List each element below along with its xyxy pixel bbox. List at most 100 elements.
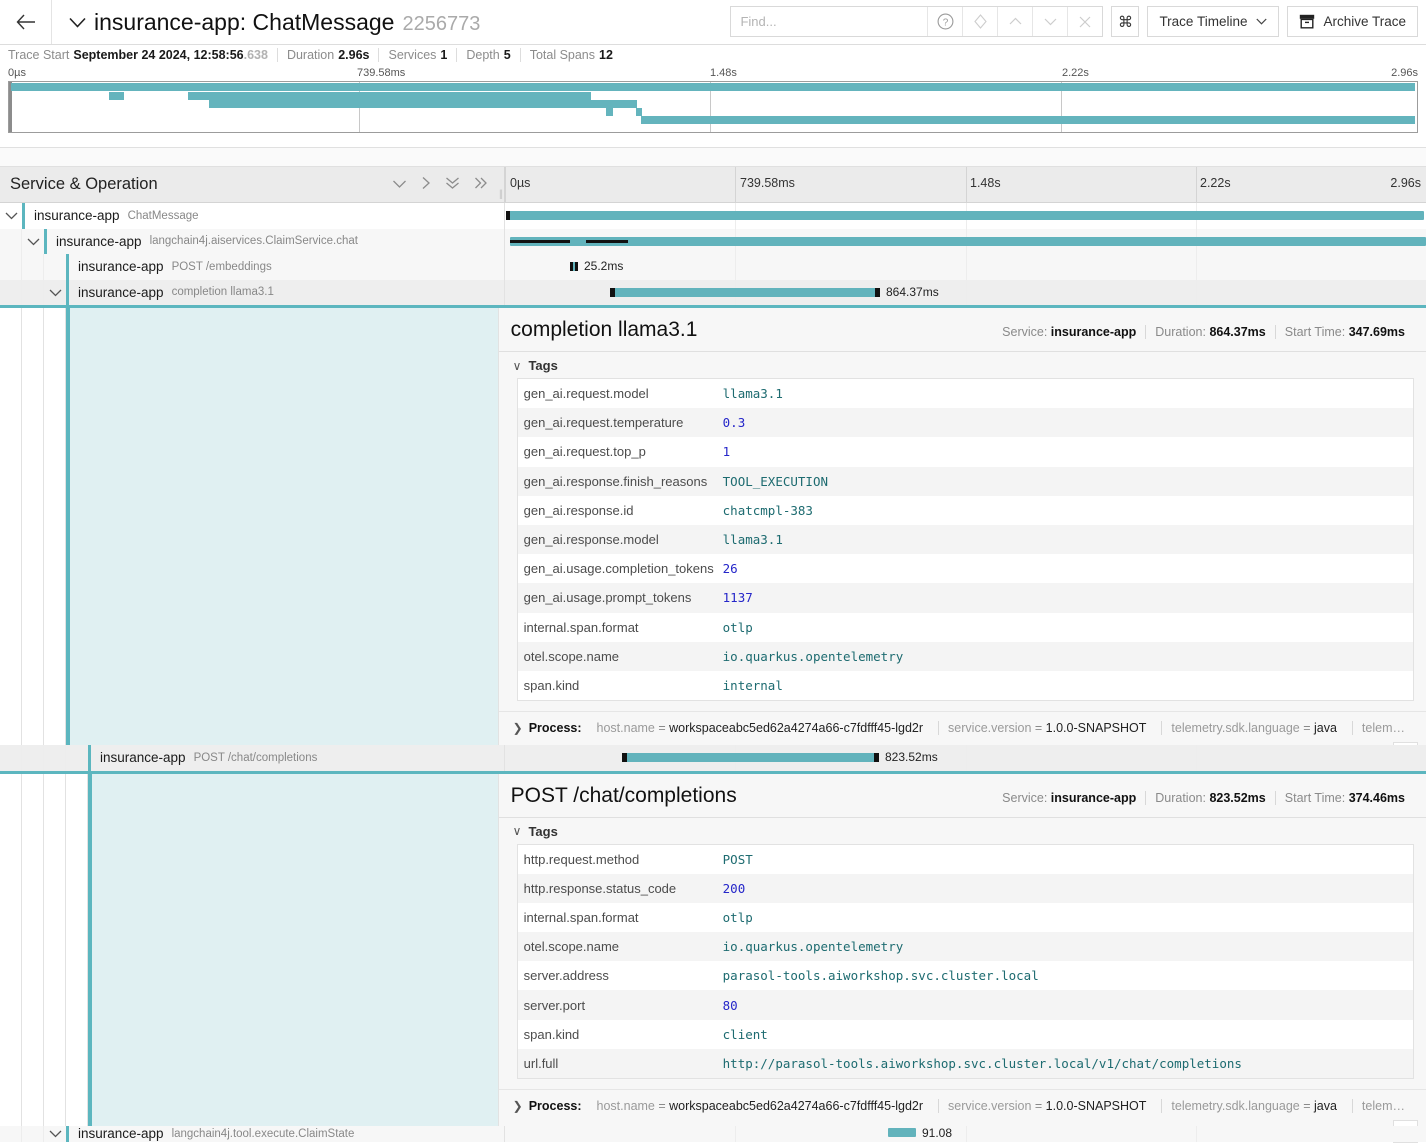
table-row[interactable]: insurance-app ChatMessage [0, 203, 1426, 229]
collapse-one-icon[interactable] [392, 176, 407, 194]
process-section[interactable]: ❯ Process: host.name = workspaceabc5ed62… [499, 711, 1426, 742]
span-track[interactable]: 823.52ms [505, 745, 1426, 771]
service-label: Service: [1002, 325, 1047, 339]
process-value: java [1314, 721, 1337, 735]
find-group: ? [730, 6, 1103, 37]
trace-minimap[interactable]: 0µs 739.58ms 1.48s 2.22s 2.96s [0, 65, 1426, 147]
tag-key: span.kind [518, 678, 723, 693]
minimap-tick-0: 0µs [8, 67, 26, 79]
start-time-label: Start Time: [1285, 791, 1345, 805]
span-track[interactable]: 91.08 [505, 1126, 1426, 1142]
tag-value: http://parasol-tools.aiworkshop.svc.clus… [723, 1056, 1242, 1071]
search-next-button[interactable] [1032, 7, 1067, 36]
search-input[interactable] [731, 7, 927, 36]
span-service-name: insurance-app [34, 208, 120, 223]
trace-collapse-toggle[interactable] [60, 17, 94, 28]
tags-section-toggle[interactable]: ∨ Tags [499, 352, 1426, 378]
search-help-button[interactable]: ? [927, 7, 962, 36]
process-value: 1.0.0-SNAPSHOT [1046, 1099, 1147, 1113]
span-bar[interactable] [506, 211, 1424, 220]
span-bar[interactable] [570, 262, 578, 271]
tags-table: http.request.methodPOST http.response.st… [517, 844, 1414, 1080]
tag-value: 80 [723, 998, 738, 1013]
span-track[interactable]: 864.37ms [505, 280, 1426, 306]
span-label-cell[interactable]: insurance-app langchain4j.tool.execute.C… [0, 1126, 505, 1142]
minimap-tick-3: 2.22s [1062, 67, 1089, 79]
table-row: gen_ai.usage.prompt_tokens1137 [518, 583, 1413, 612]
span-detail-body: completion llama3.1 Service: insurance-a… [499, 308, 1426, 745]
tag-key: server.address [518, 968, 723, 983]
span-bar[interactable] [510, 237, 1426, 246]
span-expand-toggle[interactable] [22, 234, 44, 249]
summary-duration: Duration 2.96s [277, 48, 379, 62]
span-track[interactable]: 25.2ms [505, 254, 1426, 280]
service-color-bar [22, 203, 25, 229]
process-key: telem… [1362, 721, 1405, 735]
span-detail-body: POST /chat/completions Service: insuranc… [499, 774, 1426, 1126]
process-item: service.version = 1.0.0-SNAPSHOT [938, 721, 1155, 735]
diamond-icon [974, 14, 987, 29]
search-filter-button[interactable] [962, 7, 997, 36]
process-key: host.name [597, 1099, 655, 1113]
service-color-bar [44, 229, 47, 255]
expand-one-icon[interactable] [421, 176, 431, 194]
minimap-tick-4: 2.96s [1391, 67, 1418, 79]
span-label-cell[interactable]: ▸ insurance-app POST /embeddings [0, 254, 505, 280]
archive-trace-button[interactable]: Archive Trace [1287, 6, 1418, 37]
minimap-span-bar [597, 100, 637, 108]
table-row: gen_ai.response.modelllama3.1 [518, 525, 1413, 554]
tag-value: io.quarkus.opentelemetry [723, 649, 904, 664]
span-bar[interactable] [622, 753, 879, 762]
tag-key: internal.span.format [518, 620, 723, 635]
table-row[interactable]: insurance-app completion llama3.1 864.37… [0, 280, 1426, 306]
span-expand-toggle[interactable] [0, 208, 22, 223]
view-mode-select[interactable]: Trace Timeline [1147, 6, 1279, 37]
span-operation-name: langchain4j.aiservices.ClaimService.chat [150, 235, 358, 247]
span-detail-meta: Service: insurance-app Duration: 864.37m… [993, 325, 1414, 339]
minimap-span-bar [636, 108, 642, 116]
table-row[interactable]: ▸ insurance-app POST /chat/completions 8… [0, 745, 1426, 771]
span-expand-toggle[interactable] [44, 285, 66, 300]
span-track[interactable] [505, 229, 1426, 255]
process-key: telemetry.sdk.language [1171, 1099, 1299, 1113]
table-row[interactable]: insurance-app langchain4j.tool.execute.C… [0, 1126, 1426, 1142]
table-row[interactable]: ▸ insurance-app POST /embeddings 25.2ms [0, 254, 1426, 280]
minimap-spacer [0, 147, 1426, 167]
tags-section-toggle[interactable]: ∨ Tags [499, 818, 1426, 844]
span-detail-meta: Service: insurance-app Duration: 823.52m… [993, 791, 1414, 805]
timeline-column-header: Service & Operation | | [0, 167, 1426, 203]
service-operation-title: Service & Operation [0, 175, 158, 194]
search-clear-button[interactable] [1067, 7, 1102, 36]
back-button[interactable] [0, 0, 52, 44]
minimap-span-bar [209, 100, 597, 108]
span-label-cell[interactable]: ▸ insurance-app POST /chat/completions [0, 745, 505, 771]
span-label-cell[interactable]: insurance-app ChatMessage [0, 203, 505, 229]
collapse-all-icon[interactable] [445, 176, 460, 194]
process-section[interactable]: ❯ Process: host.name = workspaceabc5ed62… [499, 1089, 1426, 1120]
span-expand-toggle[interactable] [44, 1126, 66, 1141]
process-item: service.version = 1.0.0-SNAPSHOT [938, 1099, 1155, 1113]
span-label-cell[interactable]: insurance-app completion llama3.1 [0, 280, 505, 306]
span-bar[interactable] [888, 1128, 916, 1137]
table-row[interactable]: insurance-app langchain4j.aiservices.Cla… [0, 229, 1426, 255]
keyboard-shortcuts-button[interactable]: ⌘ [1111, 6, 1139, 37]
svg-text:?: ? [943, 17, 949, 28]
summary-total-spans: Total Spans 12 [520, 48, 622, 62]
start-time-value: 374.46ms [1349, 791, 1405, 805]
expand-all-icon[interactable] [474, 176, 488, 194]
tag-key: gen_ai.response.finish_reasons [518, 474, 723, 489]
search-prev-button[interactable] [997, 7, 1032, 36]
tag-value: POST [723, 852, 753, 867]
table-row: http.response.status_code200 [518, 874, 1413, 903]
span-bar[interactable] [610, 288, 880, 297]
summary-services: Services 1 [378, 48, 456, 62]
tag-value: client [723, 1027, 768, 1042]
chevron-right-icon: ❯ [513, 721, 523, 735]
column-resize-handle[interactable]: | | [499, 189, 501, 200]
trace-id: 2256773 [402, 13, 480, 36]
tag-value: llama3.1 [723, 532, 783, 547]
minimap-canvas[interactable] [8, 81, 1418, 133]
span-track[interactable] [505, 203, 1426, 229]
tree-controls [392, 176, 488, 194]
span-label-cell[interactable]: insurance-app langchain4j.aiservices.Cla… [0, 229, 505, 255]
